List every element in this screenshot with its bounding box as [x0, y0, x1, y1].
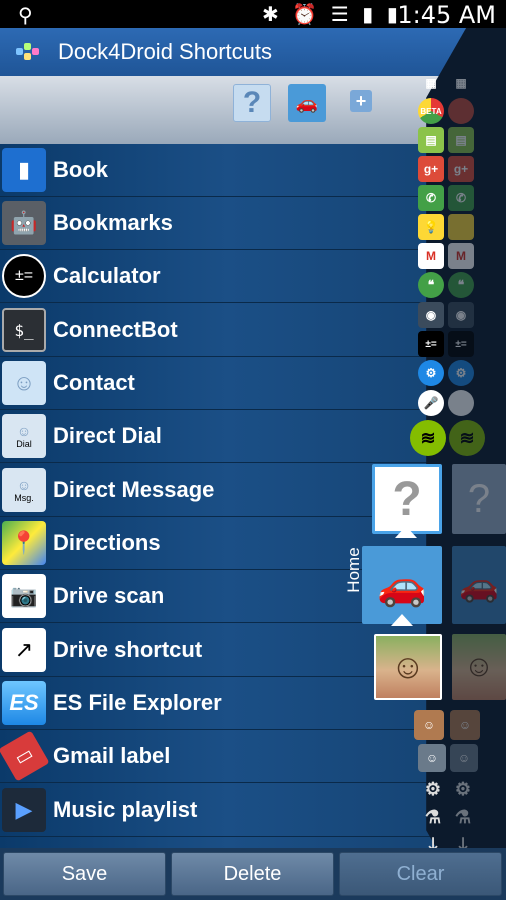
book-icon: ▮ — [2, 148, 46, 192]
list-item-label: ES File Explorer — [53, 690, 222, 715]
phone-icon: ✆ — [448, 185, 474, 211]
unknown-shortcut-tile[interactable]: ? — [372, 464, 442, 534]
microphone-icon[interactable]: 🎤 — [418, 390, 444, 416]
terminal-icon: $_ — [2, 308, 46, 352]
unknown-shortcut-tile: ? — [452, 464, 506, 534]
status-icons: ✱ ⏰ ☰ ▮ ▮ — [262, 4, 402, 26]
settings-gear-icon[interactable]: ⚙ — [420, 776, 446, 802]
gmail-icon[interactable]: M — [418, 243, 444, 269]
books-icon: ▤ — [448, 127, 474, 153]
delete-button[interactable]: Delete — [171, 852, 334, 896]
home-car-tile: 🚗 — [452, 546, 506, 624]
bottom-bar: Save Delete Clear — [0, 848, 506, 900]
hangouts-icon[interactable]: ❝ — [418, 272, 444, 298]
unknown-shortcut-button[interactable]: ? — [233, 84, 271, 122]
bulb-icon — [448, 214, 474, 240]
chrome-beta-icon[interactable]: BETA — [418, 98, 444, 124]
google-plus-icon: g+ — [448, 156, 474, 182]
gmail-label-icon: ▭ — [0, 730, 50, 782]
widget-icon: ⚗ — [454, 806, 472, 827]
direct-message-icon: ☺ Msg. — [2, 468, 46, 512]
contact-icon: ☺ — [2, 361, 46, 405]
usb-icon: ⚲ — [18, 5, 33, 27]
camera-icon[interactable]: ◉ — [418, 302, 444, 328]
widget-icon[interactable]: ⚗ — [420, 804, 446, 830]
android-icon: 🤖 — [2, 201, 46, 245]
settings-gear-icon: ⚙ — [448, 360, 474, 386]
spotify-icon[interactable]: ≋ — [410, 420, 446, 456]
camera-icon: ◉ — [448, 302, 474, 328]
app-logo-icon — [16, 40, 46, 64]
list-item-label: Bookmarks — [53, 210, 173, 235]
chrome-beta-icon — [448, 98, 474, 124]
bulb-icon[interactable]: 💡 — [418, 214, 444, 240]
drive-scan-icon: 📷 — [2, 574, 46, 618]
add-shortcut-button[interactable]: + — [350, 90, 372, 112]
contact-photo-tile[interactable]: ☺ — [374, 634, 442, 700]
list-item-label: Contact — [53, 370, 135, 395]
calculator-icon: ±= — [448, 331, 474, 357]
list-item-label: Book — [53, 157, 108, 182]
dock-app-logo-icon[interactable]: ▦ — [418, 70, 444, 96]
list-item-label: Calculator — [53, 263, 161, 288]
car-icon: 🚗 — [295, 92, 319, 113]
car-icon: 🚗 — [377, 563, 427, 608]
question-icon: ? — [242, 86, 262, 119]
clear-button[interactable]: Clear — [339, 852, 502, 896]
settings-gear-icon: ⚙ — [454, 778, 472, 799]
person-icon: ☺ — [390, 647, 426, 686]
app-title: Dock4Droid Shortcuts — [58, 39, 272, 64]
spotify-icon: ≋ — [449, 420, 485, 456]
expand-up-icon[interactable] — [391, 614, 413, 626]
google-plus-icon[interactable]: g+ — [418, 156, 444, 182]
list-item-label: Music playlist — [53, 797, 198, 822]
maps-icon: 📍 — [2, 521, 46, 565]
car-shortcut-button[interactable]: 🚗 — [288, 84, 326, 122]
drive-shortcut-icon: ↗ — [2, 628, 46, 672]
direct-dial-icon: ☺ Dial — [2, 414, 46, 458]
save-button[interactable]: Save — [3, 852, 166, 896]
calculator-icon: ±= — [2, 254, 46, 298]
plus-icon: + — [355, 90, 367, 111]
status-bar: ⚲ ✱ ⏰ ☰ ▮ ▮ 1:45 AM — [0, 0, 506, 29]
phone-icon[interactable]: ✆ — [418, 185, 444, 211]
calculator-icon[interactable]: ±= — [418, 331, 444, 357]
hangouts-icon: ❝ — [448, 272, 474, 298]
action-bar: Dock4Droid Shortcuts — [0, 28, 506, 76]
list-item-label: Direct Message — [53, 477, 215, 502]
play-icon: ▶ — [2, 788, 46, 832]
list-item-label: Drive shortcut — [53, 637, 203, 662]
microphone-icon — [448, 390, 474, 416]
home-car-tile[interactable]: 🚗 — [362, 546, 442, 624]
question-icon: ? — [392, 472, 422, 526]
es-file-explorer-icon: ES — [2, 681, 46, 725]
contact-photo-icon[interactable]: ☺ — [418, 744, 446, 772]
gmail-icon: M — [448, 243, 474, 269]
dock-app-logo-icon: ▦ — [455, 76, 467, 90]
list-item-label: ConnectBot — [53, 317, 178, 342]
list-item-label: Drive scan — [53, 583, 165, 608]
books-icon[interactable]: ▤ — [418, 127, 444, 153]
contact-photo-icon: ☺ — [450, 744, 478, 772]
settings-gear-icon[interactable]: ⚙ — [418, 360, 444, 386]
expand-up-icon[interactable] — [395, 526, 417, 538]
contact-photo-icon[interactable]: ☺ — [414, 710, 444, 740]
home-label: Home — [344, 547, 363, 593]
list-item-label: Direct Dial — [53, 423, 162, 448]
status-time: 1:45 AM — [397, 1, 496, 29]
contact-photo-icon: ☺ — [450, 710, 480, 740]
list-item-label: Directions — [53, 530, 161, 555]
contact-photo-tile: ☺ — [452, 634, 506, 700]
list-item-label: Gmail label — [53, 743, 171, 768]
